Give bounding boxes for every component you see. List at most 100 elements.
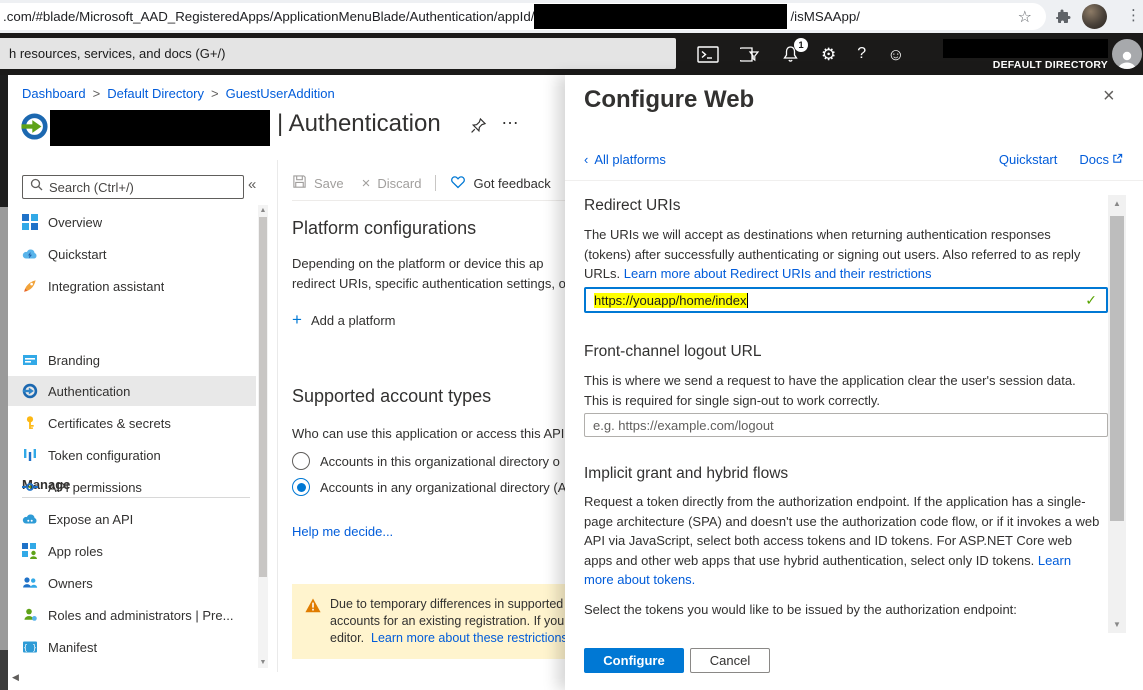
radio-checked-icon[interactable] — [292, 478, 310, 496]
platform-desc-line2: redirect URIs, specific authentication s… — [292, 276, 565, 291]
radio-multi-tenant[interactable]: Accounts in any organizational directory… — [292, 478, 565, 496]
sidebar-search[interactable] — [22, 175, 244, 199]
sidebar-item-authentication[interactable]: Authentication — [8, 376, 256, 406]
configure-button[interactable]: Configure — [584, 648, 684, 673]
heart-icon — [450, 174, 466, 192]
address-bar[interactable]: .com/#blade/Microsoft_AAD_RegisteredApps… — [0, 3, 1046, 30]
sliders-icon — [22, 447, 38, 463]
authentication-content: Save × Discard Got feedback Platform con… — [278, 160, 565, 690]
sidebar-item-manifest[interactable]: { } Manifest — [8, 632, 256, 662]
breadcrumb-dashboard[interactable]: Dashboard — [22, 86, 86, 101]
url-text: .com/#blade/Microsoft_AAD_RegisteredApps… — [0, 9, 534, 24]
background-window-scrollbar — [0, 207, 8, 650]
help-icon[interactable]: ? — [857, 46, 866, 62]
sidebar-item-owners[interactable]: Owners — [8, 568, 256, 598]
panel-header-links: Quickstart Docs — [999, 152, 1123, 167]
app-menu-sidebar: « Overview Quickstart Integration assist… — [8, 160, 278, 690]
scroll-down-icon[interactable]: ▼ — [1108, 620, 1126, 629]
save-icon — [292, 174, 307, 192]
select-tokens-text: Select the tokens you would like to be i… — [584, 602, 1017, 617]
scroll-left-icon[interactable]: ◀ — [12, 672, 19, 683]
feedback-smiley-icon[interactable]: ☺ — [887, 46, 904, 63]
notification-badge: 1 — [794, 38, 808, 52]
toolbar-separator — [435, 175, 436, 191]
scroll-down-icon[interactable]: ▼ — [258, 659, 268, 666]
scroll-up-icon[interactable]: ▲ — [258, 207, 268, 214]
sidebar-item-integration-assistant[interactable]: Integration assistant — [8, 271, 256, 301]
global-search-bar[interactable]: h resources, services, and docs (G+/) — [0, 38, 676, 69]
command-bar: Save × Discard Got feedback — [292, 170, 551, 196]
add-platform-button[interactable]: + Add a platform — [292, 310, 395, 330]
quickstart-link[interactable]: Quickstart — [999, 152, 1058, 167]
browser-menu-icon[interactable]: ⋮ — [1126, 6, 1141, 24]
sidebar-search-input[interactable] — [49, 180, 219, 195]
manifest-icon: { } — [22, 639, 38, 655]
background-window-edge — [0, 75, 8, 207]
warning-learn-more-link[interactable]: Learn more about these restrictions. — [371, 631, 565, 645]
save-button[interactable]: Save — [292, 174, 344, 192]
browser-profile-avatar[interactable] — [1082, 4, 1107, 29]
implicit-grant-description: Request a token directly from the author… — [584, 492, 1100, 590]
api-permissions-icon — [22, 479, 38, 495]
search-icon — [30, 178, 43, 196]
sidebar-item-roles-administrators[interactable]: Roles and administrators | Pre... — [8, 600, 256, 630]
command-bar-divider — [292, 200, 565, 201]
azure-portal-window: .com/#blade/Microsoft_AAD_RegisteredApps… — [0, 0, 1143, 690]
auth-arrow-icon — [22, 383, 38, 399]
radio-single-tenant[interactable]: Accounts in this organizational director… — [292, 452, 560, 470]
radio-unchecked-icon[interactable] — [292, 452, 310, 470]
breadcrumb-default-directory[interactable]: Default Directory — [107, 86, 204, 101]
pin-icon[interactable] — [470, 117, 487, 139]
cloud-icon — [22, 511, 38, 527]
more-options-icon[interactable]: … — [501, 108, 520, 129]
panel-scrollbar-thumb[interactable] — [1110, 216, 1124, 521]
panel-divider — [565, 180, 1143, 181]
help-me-decide-link[interactable]: Help me decide... — [292, 524, 393, 539]
sidebar-item-api-permissions[interactable]: API permissions — [8, 472, 256, 502]
svg-text:{ }: { } — [23, 643, 37, 652]
redacted-app-name — [50, 110, 270, 146]
discard-x-icon: × — [362, 175, 371, 192]
warning-text: Due to temporary differences in supporte… — [330, 596, 565, 647]
sidebar-item-overview[interactable]: Overview — [8, 207, 256, 237]
key-icon — [22, 415, 38, 431]
sidebar-scrollbar-thumb[interactable] — [259, 217, 267, 577]
sidebar-item-token-configuration[interactable]: Token configuration — [8, 440, 256, 470]
redirect-uris-description: The URIs we will accept as destinations … — [584, 225, 1100, 284]
redirect-uri-input[interactable]: https://youapp/home/index ✓ — [584, 287, 1108, 313]
sidebar-item-branding[interactable]: Branding — [8, 345, 256, 375]
discard-button[interactable]: × Discard — [362, 175, 422, 192]
branding-icon — [22, 352, 38, 368]
cancel-button[interactable]: Cancel — [690, 648, 770, 673]
all-platforms-back-link[interactable]: ‹ All platforms — [584, 152, 666, 167]
url-suffix: /isMSAApp/ — [787, 9, 859, 24]
page-title: | Authentication — [277, 110, 441, 138]
cloud-shell-icon[interactable] — [697, 46, 719, 63]
redirect-learn-more-link[interactable]: Learn more about Redirect URIs and their… — [624, 266, 932, 281]
scroll-up-icon[interactable]: ▲ — [1108, 199, 1126, 208]
notifications-bell-icon[interactable]: 1 — [781, 45, 800, 63]
redirect-uris-heading: Redirect URIs — [584, 197, 680, 215]
sidebar-item-certificates-secrets[interactable]: Certificates & secrets — [8, 408, 256, 438]
breadcrumb-guestuseraddition[interactable]: GuestUserAddition — [226, 86, 335, 101]
supported-account-types-heading: Supported account types — [292, 386, 491, 407]
sidebar-item-app-roles[interactable]: App roles — [8, 536, 256, 566]
chevron-left-icon: ‹ — [584, 152, 588, 167]
docs-link[interactable]: Docs — [1079, 152, 1109, 167]
extensions-puzzle-icon[interactable] — [1056, 8, 1072, 29]
settings-gear-icon[interactable]: ⚙ — [821, 46, 836, 63]
sidebar-item-expose-an-api[interactable]: Expose an API — [8, 504, 256, 534]
panel-scrollbar[interactable]: ▲ ▼ — [1108, 195, 1126, 633]
logout-url-input[interactable] — [584, 413, 1108, 437]
sidebar-item-quickstart[interactable]: Quickstart — [8, 239, 256, 269]
bookmark-star-icon[interactable]: ☆ — [1018, 7, 1032, 27]
grid-person-icon — [22, 543, 38, 559]
topbar-icons: 1 ⚙ ? ☺ — [697, 33, 905, 75]
breadcrumb: Dashboard>Default Directory>GuestUserAdd… — [22, 86, 335, 101]
sidebar-scrollbar[interactable]: ▲ ▼ — [258, 205, 268, 668]
collapse-sidebar-icon[interactable]: « — [248, 176, 256, 193]
close-icon[interactable]: × — [1103, 85, 1115, 108]
directory-filter-icon[interactable] — [740, 46, 760, 63]
feedback-button[interactable]: Got feedback — [450, 174, 550, 192]
account-avatar[interactable] — [1112, 39, 1142, 69]
